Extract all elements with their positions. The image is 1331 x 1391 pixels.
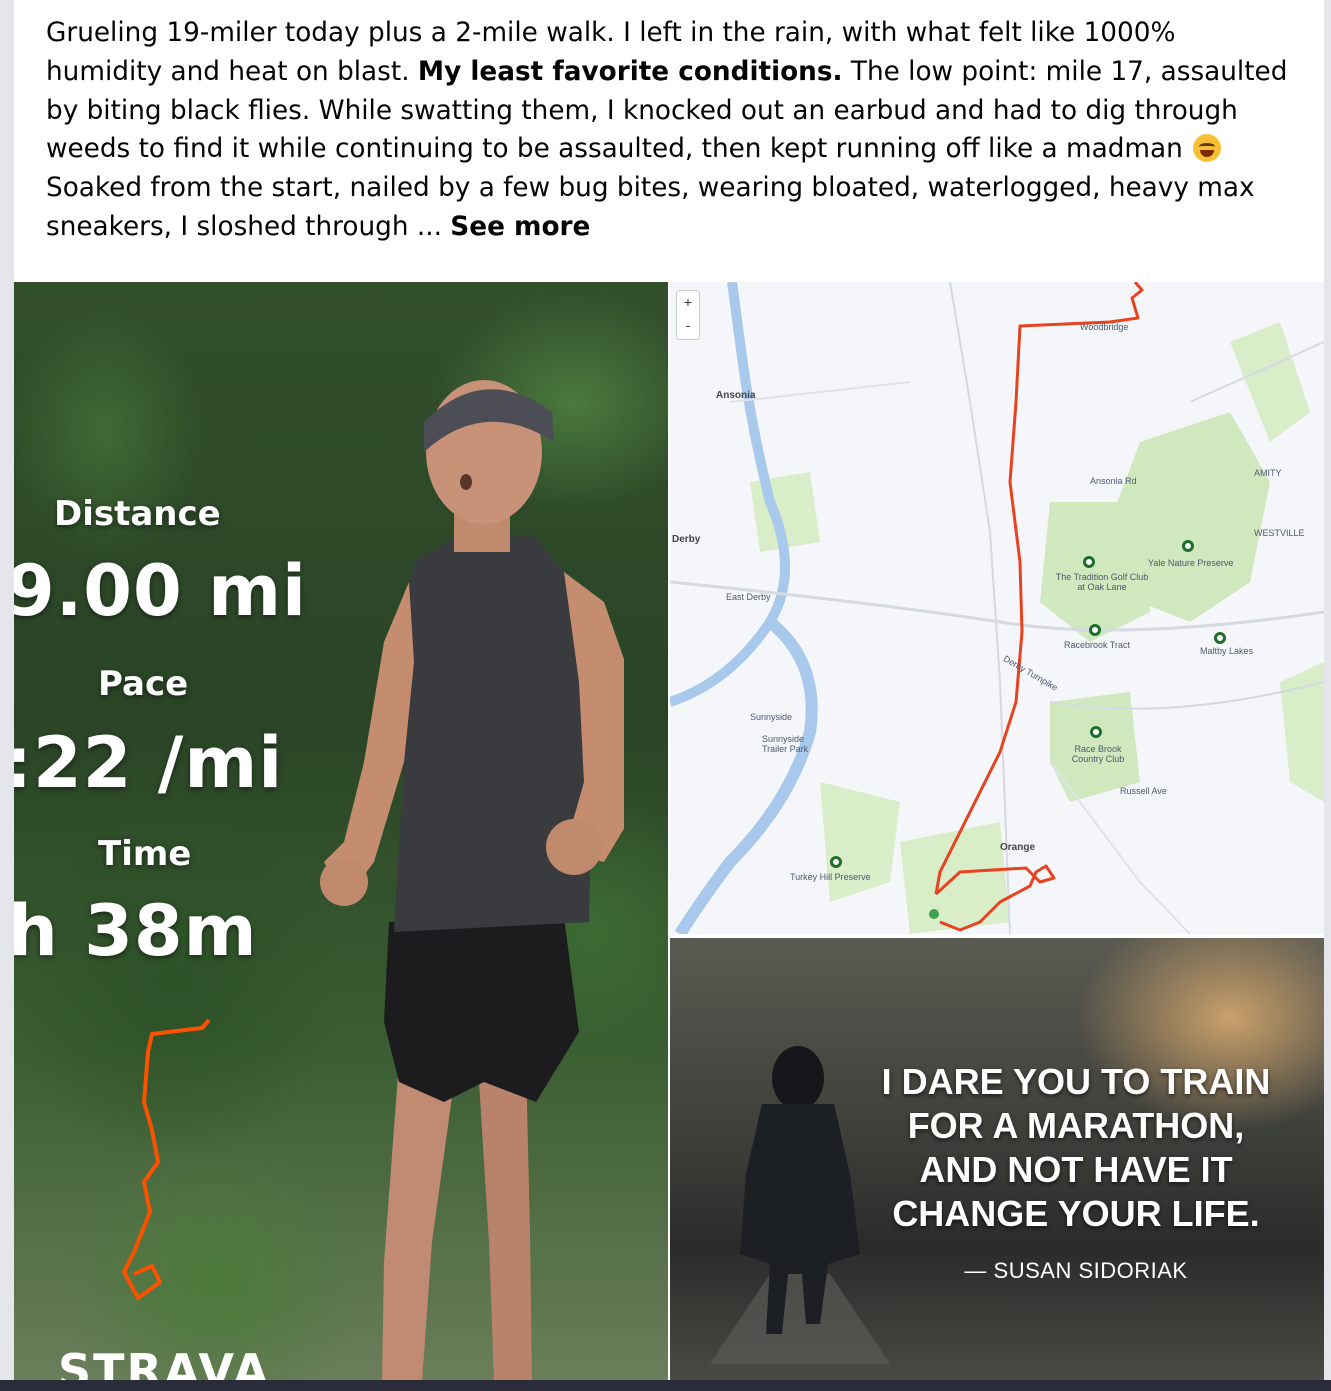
quote-text: I DARE YOU TO TRAIN FOR A MARATHON, AND …	[856, 1060, 1296, 1236]
map-canvas	[670, 282, 1324, 934]
map-label-turkey-hill: Turkey Hill Preserve	[790, 872, 871, 882]
park-pin-icon	[1214, 632, 1226, 644]
map-label-ansonia: Ansonia	[716, 390, 756, 401]
park-pin-icon	[1090, 726, 1102, 738]
pace-value: :22 /mi	[14, 722, 283, 804]
distance-label: Distance	[54, 494, 221, 534]
route-map[interactable]: + - Ansonia Derby East Derby Sunnyside S…	[670, 282, 1324, 934]
pace-label: Pace	[98, 664, 189, 704]
map-label-race-brook: Race Brook Country Club	[1071, 744, 1125, 764]
post-text-bold: My least favorite conditions.	[417, 56, 843, 87]
quote-line: AND NOT HAVE IT	[919, 1149, 1233, 1190]
park-pin-icon	[1083, 556, 1095, 568]
taskbar-edge	[0, 1380, 1331, 1391]
zoom-out-button[interactable]: -	[677, 314, 699, 337]
map-label-russell-ave: Russell Ave	[1120, 786, 1167, 796]
pace-value-text: :22 /mi	[14, 722, 284, 804]
map-label-ansonia-rd: Ansonia Rd	[1090, 476, 1137, 486]
photo-grid: Distance 9.00 mi Pace :22 /mi Time h 38m…	[14, 282, 1324, 1380]
map-label-yale: Yale Nature Preserve	[1148, 558, 1234, 568]
quote-line: I DARE YOU TO TRAIN	[881, 1061, 1271, 1102]
post-text-part: Soaked from the start, nailed by a few b…	[46, 173, 1255, 242]
strava-route-trace	[122, 1018, 211, 1300]
laughing-emoji-icon	[1193, 134, 1222, 163]
park-pin-icon	[1182, 540, 1194, 552]
distance-value-text: 9.00 mi	[14, 550, 308, 632]
map-label-racebrook-tract: Racebrook Tract	[1064, 640, 1131, 650]
zoom-in-button[interactable]: +	[677, 291, 699, 314]
map-label-woodbridge: Woodbridge	[1080, 322, 1129, 332]
post-card: Grueling 19-miler today plus a 2-mile wa…	[14, 0, 1324, 1380]
quote-line: CHANGE YOUR LIFE.	[892, 1193, 1260, 1234]
see-more-link[interactable]: See more	[450, 212, 590, 242]
time-label: Time	[98, 834, 192, 874]
map-label-westville: WESTVILLE	[1254, 528, 1305, 538]
runner-photo[interactable]: Distance 9.00 mi Pace :22 /mi Time h 38m…	[14, 282, 668, 1380]
map-label-sunnyside: Sunnyside	[750, 712, 793, 722]
park-pin-icon	[1089, 624, 1101, 636]
time-value: h 38m	[14, 890, 258, 972]
quote-image[interactable]: I DARE YOU TO TRAIN FOR A MARATHON, AND …	[670, 938, 1324, 1380]
map-label-amity: AMITY	[1254, 468, 1282, 478]
strava-watermark: STRAVA	[58, 1344, 271, 1380]
map-label-derby: Derby	[672, 534, 701, 545]
map-label-east-derby: East Derby	[726, 592, 771, 602]
runner-figure	[320, 380, 624, 1380]
park-pin-icon	[830, 856, 842, 868]
map-label-traditions: The Tradition Golf Club at Oak Lane	[1055, 572, 1149, 592]
quote-line: FOR A MARATHON,	[907, 1105, 1245, 1146]
map-label-maltby: Maltby Lakes	[1200, 646, 1254, 656]
time-value-text: h 38m	[14, 890, 258, 972]
post-text: Grueling 19-miler today plus a 2-mile wa…	[46, 14, 1296, 247]
map-label-sunnyside-trailer: Sunnyside Trailer Park	[762, 734, 809, 754]
quote-author: — SUSAN SIDORIAK	[964, 1258, 1188, 1283]
map-label-orange: Orange	[1000, 842, 1036, 853]
map-zoom-controls: + -	[676, 290, 700, 340]
distance-value: 9.00 mi	[14, 550, 307, 632]
